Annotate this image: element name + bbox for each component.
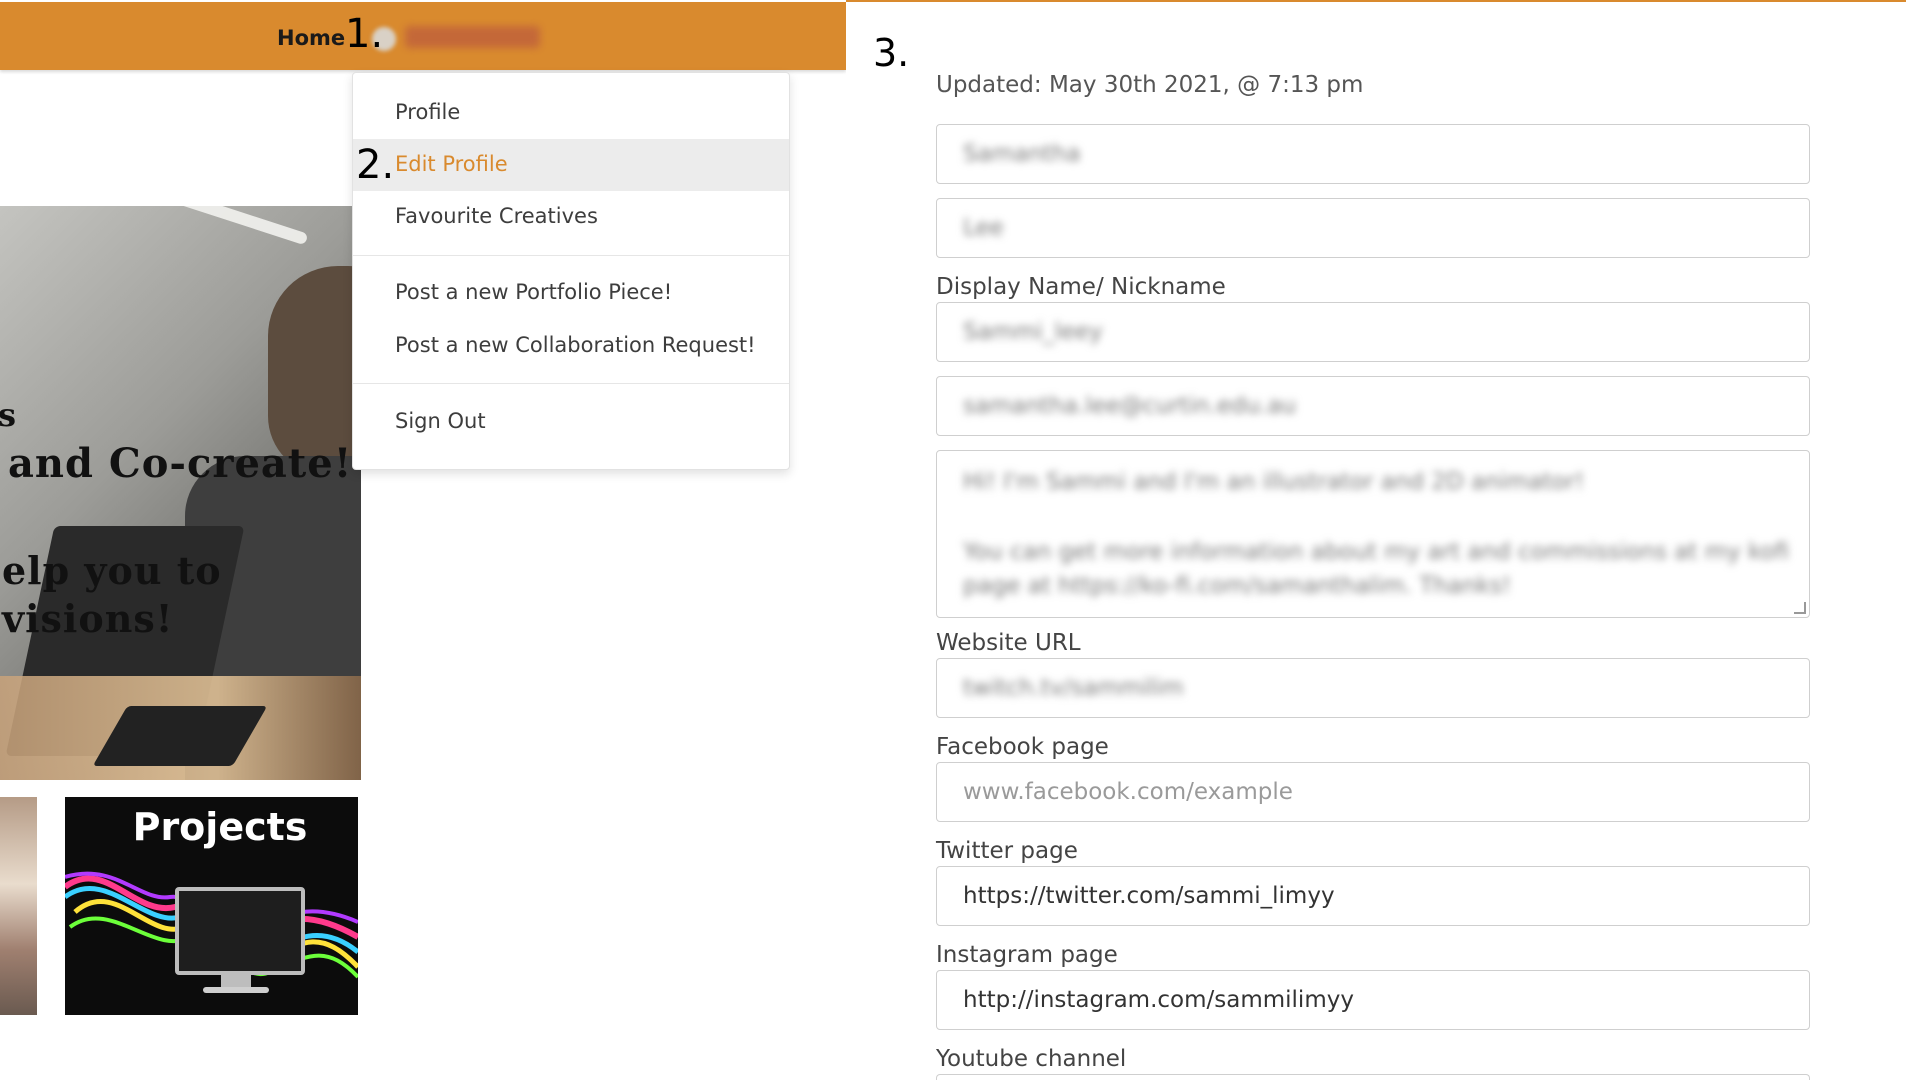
top-navbar: Home [0,2,846,70]
instagram-value: http://instagram.com/sammilimyy [963,987,1354,1013]
last-name-input[interactable]: Lee [936,198,1810,258]
twitter-value: https://twitter.com/sammi_limyy [963,883,1335,909]
nav-home-link[interactable]: Home [277,26,345,50]
menu-item-profile[interactable]: Profile [353,87,789,139]
hero-text-line2: and Co-create! [8,440,353,487]
step-marker-2: 2. [356,142,395,188]
display-name-value: Sammi_leey [963,319,1103,345]
updated-timestamp: Updated: May 30th 2021, @ 7:13 pm [936,72,1364,98]
step-marker-3: 3. [873,31,910,75]
website-value: twitch.tv/sammilim [963,675,1184,701]
email-value: samantha.lee@curtin.edu.au [963,393,1297,419]
monitor-base [203,987,269,993]
left-panel: s and Co-create! elp you to visions! Pro… [0,0,846,1080]
menu-item-label: Post a new Portfolio Piece! [395,280,673,304]
youtube-input[interactable] [936,1074,1810,1080]
monitor-icon [175,887,305,975]
bio-line-2: You can get more information about my ar… [963,539,1790,565]
menu-item-label: Favourite Creatives [395,204,598,228]
resize-handle-icon[interactable] [1794,602,1806,614]
hero-text-line1: s [0,396,18,434]
website-label: Website URL [936,630,1081,656]
email-input[interactable]: samantha.lee@curtin.edu.au [936,376,1810,436]
menu-item-edit-profile[interactable]: Edit Profile [353,139,789,191]
first-name-input[interactable]: Samantha [936,124,1810,184]
hero-image [0,206,361,780]
page: s and Co-create! elp you to visions! Pro… [0,0,1920,1080]
user-dropdown-menu: Profile Edit Profile Favourite Creatives… [352,72,790,470]
menu-item-label: Edit Profile [395,152,508,176]
thumbnail-partial[interactable] [0,797,37,1015]
facebook-placeholder: www.facebook.com/example [963,779,1293,805]
hero-lamp [171,206,309,246]
menu-item-label: Post a new Collaboration Request! [395,333,756,357]
facebook-label: Facebook page [936,734,1109,760]
step-marker-1: 1. [345,11,384,57]
bio-line-3: page at https://ko-fi.com/samanthalim. T… [963,573,1512,599]
twitter-label: Twitter page [936,838,1078,864]
website-input[interactable]: twitch.tv/sammilim [936,658,1810,718]
bio-textarea[interactable]: Hi! I'm Sammi and I'm an illustrator and… [936,450,1810,618]
facebook-input[interactable]: www.facebook.com/example [936,762,1810,822]
menu-divider [353,255,789,256]
menu-item-label: Sign Out [395,409,486,433]
projects-title: Projects [132,805,308,849]
menu-divider [353,383,789,384]
twitter-input[interactable]: https://twitter.com/sammi_limyy [936,866,1810,926]
last-name-value: Lee [963,215,1004,241]
first-name-value: Samantha [963,141,1081,167]
edit-profile-panel: 3. Updated: May 30th 2021, @ 7:13 pm Sam… [846,0,1920,1080]
hero-text-line3: elp you to [2,548,222,593]
menu-item-favourite-creatives[interactable]: Favourite Creatives [353,191,789,243]
nav-user-dropdown-toggle[interactable] [405,26,540,48]
bio-line-1: Hi! I'm Sammi and I'm an illustrator and… [963,469,1585,495]
menu-item-sign-out[interactable]: Sign Out [353,396,789,448]
instagram-input[interactable]: http://instagram.com/sammilimyy [936,970,1810,1030]
youtube-label: Youtube channel [936,1046,1127,1072]
projects-thumbnail[interactable]: Projects [65,797,358,1015]
menu-item-post-portfolio[interactable]: Post a new Portfolio Piece! [353,267,789,319]
menu-item-post-collaboration[interactable]: Post a new Collaboration Request! [353,320,789,372]
display-name-label: Display Name/ Nickname [936,274,1226,300]
menu-item-label: Profile [395,100,461,124]
display-name-input[interactable]: Sammi_leey [936,302,1810,362]
hero-text-line4: visions! [2,596,174,641]
instagram-label: Instagram page [936,942,1118,968]
accent-line [846,0,1906,2]
